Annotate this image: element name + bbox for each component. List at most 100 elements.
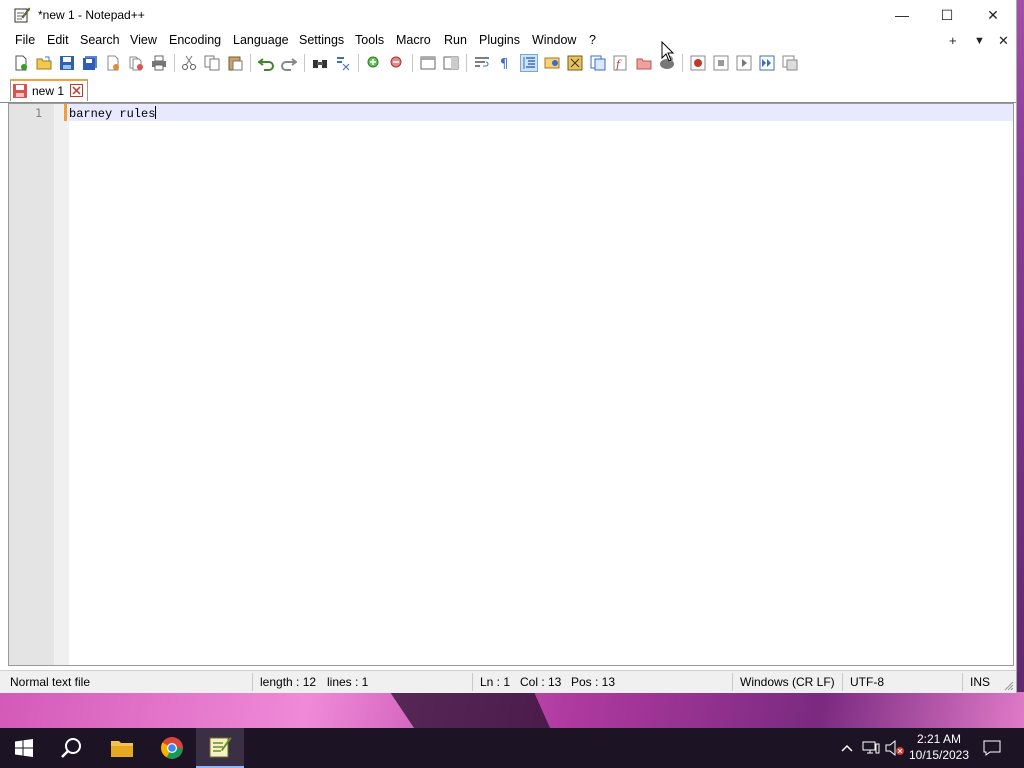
replace-icon[interactable] [334, 54, 352, 72]
search-icon [61, 738, 81, 758]
volume-muted-icon [885, 740, 904, 756]
word-wrap-icon[interactable] [473, 54, 491, 72]
title-bar[interactable]: *new 1 - Notepad++ — ☐ ✕ [0, 0, 1016, 30]
menu-view[interactable]: View [130, 33, 157, 47]
record-macro-icon[interactable] [689, 54, 707, 72]
menu-edit[interactable]: Edit [47, 33, 69, 47]
find-icon[interactable] [311, 54, 329, 72]
maximize-button[interactable]: ☐ [924, 0, 970, 30]
tab-list-dropdown-icon[interactable]: ▼ [974, 35, 985, 47]
desktop-wallpaper [0, 692, 1024, 728]
close-document-icon[interactable]: ✕ [998, 33, 1009, 49]
menu-language[interactable]: Language [233, 33, 289, 47]
taskbar-search-button[interactable] [48, 728, 96, 768]
menu-macro[interactable]: Macro [396, 33, 431, 47]
mouse-pointer-icon [661, 41, 675, 62]
toolbar: ¶ f [0, 51, 1016, 75]
menu-tools[interactable]: Tools [355, 33, 384, 47]
cut-icon[interactable] [180, 54, 198, 72]
save-all-icon[interactable] [81, 54, 99, 72]
user-defined-language-icon[interactable] [543, 54, 561, 72]
line-number: 1 [35, 106, 42, 120]
zoom-in-icon[interactable] [365, 54, 383, 72]
indent-guide-icon[interactable] [520, 54, 538, 72]
menu-bar: File Edit Search View Encoding Language … [0, 30, 1016, 51]
text-caret [155, 106, 157, 119]
menu-help[interactable]: ? [589, 33, 596, 47]
tab-label: new 1 [32, 84, 65, 98]
chrome-button[interactable] [148, 728, 196, 768]
minimize-icon: — [895, 7, 909, 23]
save-macro-icon[interactable] [781, 54, 799, 72]
windows-start-icon [15, 739, 33, 757]
run-macro-multiple-icon[interactable] [758, 54, 776, 72]
save-icon[interactable] [58, 54, 76, 72]
status-bar: Normal text file length : 12 lines : 1 L… [0, 670, 1016, 693]
menu-settings[interactable]: Settings [299, 33, 344, 47]
status-position: Pos : 13 [571, 675, 616, 689]
show-hidden-icons-button[interactable] [838, 728, 856, 768]
menu-run[interactable]: Run [444, 33, 467, 47]
add-tab-icon[interactable]: + [949, 33, 957, 48]
tab-close-icon[interactable] [70, 84, 83, 97]
close-all-icon[interactable] [127, 54, 145, 72]
status-insert-mode[interactable]: INS [970, 675, 990, 689]
function-list-icon[interactable]: f [612, 54, 630, 72]
window-title: *new 1 - Notepad++ [38, 8, 145, 22]
change-history-marker [64, 104, 67, 121]
menu-file[interactable]: File [15, 33, 35, 47]
line-number-margin: 1 [9, 104, 54, 665]
chevron-up-icon [841, 744, 853, 752]
resize-grip-icon[interactable] [1004, 681, 1014, 691]
notepadpp-taskbar-button[interactable] [196, 728, 244, 768]
status-length: length : 12 [260, 675, 317, 689]
undo-icon[interactable] [257, 54, 275, 72]
status-line: Ln : 1 [480, 675, 511, 689]
editor-area[interactable]: 1 barney rules [8, 103, 1014, 666]
start-button[interactable] [0, 728, 48, 768]
notepadpp-icon [209, 737, 232, 758]
clock-date: 10/15/2023 [908, 748, 970, 762]
close-file-icon[interactable] [104, 54, 122, 72]
sync-vertical-icon[interactable] [419, 54, 437, 72]
unsaved-file-icon [13, 84, 27, 98]
status-column: Col : 13 [520, 675, 562, 689]
copy-icon[interactable] [203, 54, 221, 72]
show-all-characters-icon[interactable]: ¶ [496, 54, 514, 72]
zoom-out-icon[interactable] [388, 54, 406, 72]
stop-recording-icon[interactable] [712, 54, 730, 72]
open-file-icon[interactable] [35, 54, 53, 72]
menu-plugins[interactable]: Plugins [479, 33, 520, 47]
sync-horizontal-icon[interactable] [442, 54, 460, 72]
system-clock[interactable]: 2:21 AM 10/15/2023 [906, 731, 972, 763]
paste-icon[interactable] [226, 54, 244, 72]
network-icon [862, 741, 880, 754]
file-explorer-icon [111, 741, 133, 757]
taskbar: 2:21 AM 10/15/2023 [0, 728, 1024, 768]
menu-search[interactable]: Search [80, 33, 120, 47]
maximize-icon: ☐ [940, 6, 954, 23]
status-eol[interactable]: Windows (CR LF) [740, 675, 835, 689]
volume-button[interactable] [884, 728, 906, 768]
new-file-icon[interactable] [12, 54, 30, 72]
folder-as-workspace-icon[interactable] [635, 54, 653, 72]
notification-icon [983, 740, 1001, 756]
menu-encoding[interactable]: Encoding [169, 33, 221, 47]
status-encoding[interactable]: UTF-8 [850, 675, 884, 689]
minimize-button[interactable]: — [879, 0, 925, 30]
network-button[interactable] [860, 728, 882, 768]
notifications-button[interactable] [978, 728, 1006, 768]
doc-map-icon[interactable] [566, 54, 584, 72]
close-button[interactable]: ✕ [970, 0, 1016, 30]
tab-bar: new 1 [0, 78, 1016, 103]
fold-margin[interactable] [54, 104, 69, 665]
tab-new-1[interactable]: new 1 [10, 79, 88, 101]
redo-icon[interactable] [280, 54, 298, 72]
menu-window[interactable]: Window [532, 33, 576, 47]
notepadpp-app-icon [14, 7, 30, 23]
playback-macro-icon[interactable] [735, 54, 753, 72]
print-icon[interactable] [150, 54, 168, 72]
editor-text-line[interactable]: barney rules [69, 106, 157, 121]
document-list-icon[interactable] [589, 54, 607, 72]
file-explorer-button[interactable] [98, 728, 146, 768]
